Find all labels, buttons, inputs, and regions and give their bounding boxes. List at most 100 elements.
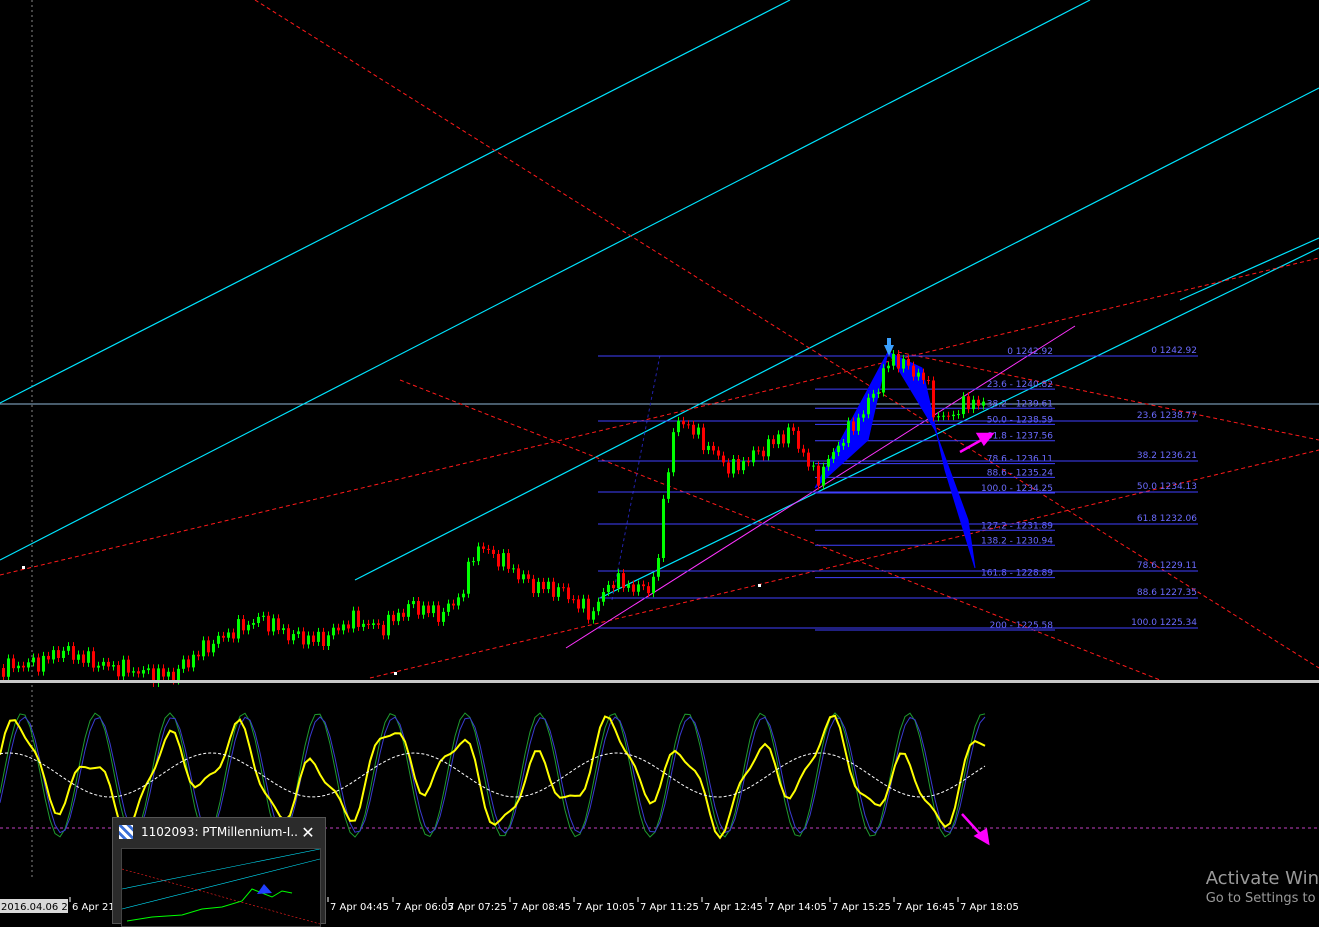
candle-body xyxy=(382,624,385,636)
time-label: 7 Apr 04:45 xyxy=(330,902,389,913)
trend-lines xyxy=(0,0,1319,681)
time-label: 7 Apr 16:45 xyxy=(896,902,955,913)
candle-body xyxy=(267,615,270,632)
candle-body xyxy=(492,549,495,554)
watermark-line2: Go to Settings to xyxy=(1205,891,1316,906)
time-label: 7 Apr 11:25 xyxy=(640,902,699,913)
fib-outer-label: 23.6 1238.77 xyxy=(1137,411,1197,421)
candle-body xyxy=(907,358,910,366)
candle-body xyxy=(392,614,395,622)
candle-body xyxy=(352,610,355,629)
candle-body xyxy=(537,581,540,594)
candle-body xyxy=(687,424,690,426)
candle-body xyxy=(97,665,100,668)
candle-body xyxy=(942,415,945,417)
candle-body xyxy=(737,459,740,471)
candle-body xyxy=(212,643,215,653)
candle-body xyxy=(617,573,620,589)
marker xyxy=(394,672,397,675)
candle-body xyxy=(497,553,500,567)
candle-body xyxy=(772,439,775,445)
channel-lines xyxy=(0,0,1319,599)
price-chart[interactable]: 0 1242.92 23.6 - 1240.82 38.2 - 1239.61 50.… xyxy=(0,0,1319,924)
candle-body xyxy=(367,623,370,625)
candle-body xyxy=(282,628,285,631)
candle-body xyxy=(567,587,570,600)
activation-watermark: Activate Win Go to Settings to xyxy=(1206,868,1319,906)
candle-body xyxy=(47,655,50,660)
candle-body xyxy=(757,450,760,452)
pattern-down-arrow xyxy=(884,338,894,356)
candle-body xyxy=(697,427,700,435)
candle-body xyxy=(2,668,5,677)
candle-body xyxy=(372,623,375,625)
candle-body xyxy=(642,584,645,587)
candle-body xyxy=(332,627,335,636)
candle-body xyxy=(967,396,970,410)
watermark-line1: Activate Win xyxy=(1205,868,1319,889)
candle-body xyxy=(767,439,770,457)
candle-body xyxy=(402,612,405,617)
candle-body xyxy=(852,421,855,431)
candle-body xyxy=(562,587,565,589)
candle-body xyxy=(472,561,475,563)
candle-body xyxy=(462,593,465,598)
candle-body xyxy=(242,619,245,631)
candle-body xyxy=(587,598,590,620)
candle-body xyxy=(897,353,900,369)
candle-body xyxy=(307,635,310,645)
candle-body xyxy=(427,605,430,614)
candle-body xyxy=(822,466,825,486)
candle-body xyxy=(227,632,230,638)
candle-body xyxy=(962,396,965,415)
candle-body xyxy=(447,603,450,612)
fib-outer-label: 38.2 1236.21 xyxy=(1137,451,1197,461)
window-thumbnail[interactable] xyxy=(121,848,321,927)
candle-body xyxy=(202,640,205,657)
candle-body xyxy=(712,445,715,451)
candle-body xyxy=(337,627,340,631)
candle-body xyxy=(482,546,485,549)
candle-body xyxy=(662,498,665,558)
fib-outer-label: 61.8 1232.06 xyxy=(1137,514,1197,524)
candle-body xyxy=(732,459,735,474)
candle-body xyxy=(552,581,555,597)
candle-body xyxy=(637,584,640,592)
candle-body xyxy=(972,399,975,410)
candle-body xyxy=(452,603,455,606)
candle-body xyxy=(487,548,490,550)
time-label: 7 Apr 12:45 xyxy=(704,902,763,913)
candle-body xyxy=(802,448,805,453)
candle-body xyxy=(502,553,505,567)
up-arrow xyxy=(959,432,995,454)
candle-body xyxy=(692,424,695,435)
candle-body xyxy=(107,661,110,667)
candle-body xyxy=(937,416,940,418)
candle-body xyxy=(672,432,675,473)
candle-body xyxy=(927,379,930,381)
candle-body xyxy=(792,427,795,431)
taskbar-preview-popup[interactable]: 1102093: PTMillennium-I... ✕ xyxy=(112,817,326,927)
candle-body xyxy=(467,561,470,594)
candle-body xyxy=(952,414,955,417)
close-icon[interactable]: ✕ xyxy=(297,823,319,842)
candle-body xyxy=(607,584,610,593)
candle-body xyxy=(722,455,725,463)
candle-body xyxy=(162,668,165,677)
marker xyxy=(758,584,761,587)
candle-body xyxy=(187,659,190,668)
candle-body xyxy=(247,624,250,631)
candle-body xyxy=(887,365,890,369)
candle-body xyxy=(222,635,225,638)
candle-body xyxy=(192,654,195,668)
candle-body xyxy=(422,605,425,615)
candle-body xyxy=(112,665,115,667)
candle-body xyxy=(232,632,235,639)
candle-body xyxy=(17,665,20,669)
candle-body xyxy=(322,631,325,647)
candle-body xyxy=(32,657,35,663)
candle-body xyxy=(787,427,790,444)
candle-body xyxy=(682,420,685,425)
candle-body xyxy=(127,659,130,673)
candle-body xyxy=(807,452,810,467)
